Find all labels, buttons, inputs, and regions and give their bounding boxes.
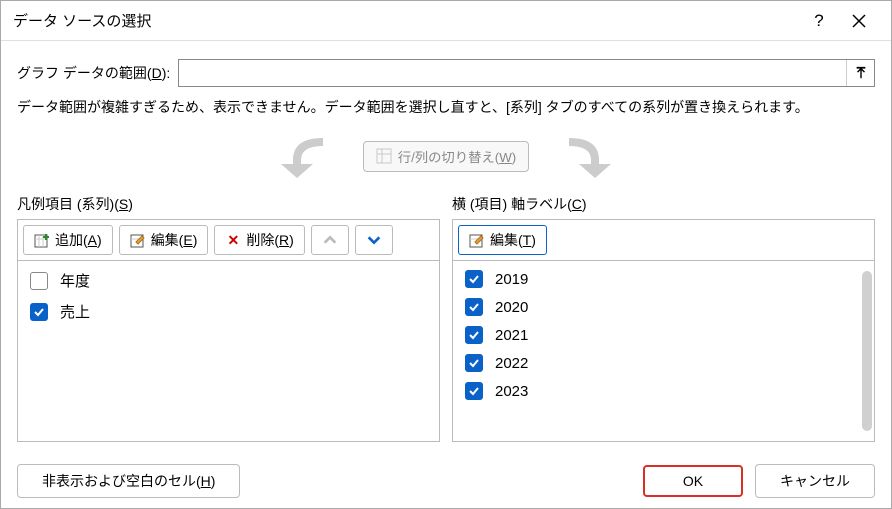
legend-series-list[interactable]: 年度売上	[17, 261, 440, 442]
close-icon[interactable]	[839, 2, 879, 40]
list-item-label: 2019	[495, 271, 528, 288]
axis-panel: 横 (項目) 軸ラベル(C) 編集(T) 2019 2020 2021 2022 202…	[452, 194, 875, 442]
chart-range-row: グラフ データの範囲(D):	[17, 59, 875, 87]
help-icon[interactable]: ?	[799, 2, 839, 40]
axis-labels-list[interactable]: 2019 2020 2021 2022 2023	[452, 261, 875, 442]
switch-button-label: 行/列の切り替え(W)	[398, 147, 517, 166]
move-up-button[interactable]	[311, 225, 349, 255]
chart-range-label: グラフ データの範囲(D):	[17, 63, 170, 83]
checkbox[interactable]	[465, 326, 483, 344]
edit-axis-button-label: 編集(T)	[490, 230, 536, 250]
list-item-label: 売上	[60, 301, 90, 322]
checkbox[interactable]	[465, 382, 483, 400]
checkbox[interactable]	[465, 298, 483, 316]
dialog: データ ソースの選択 ? グラフ データの範囲(D): データ範囲が複雑すぎるた…	[0, 0, 892, 509]
remove-series-button[interactable]: ✕ 削除(R)	[214, 225, 304, 255]
hidden-blank-cells-button[interactable]: 非表示および空白のセル(H)	[17, 464, 240, 498]
add-button-label: 追加(A)	[55, 230, 102, 250]
axis-label-item[interactable]: 2023	[453, 377, 874, 405]
switch-row-column-button[interactable]: 行/列の切り替え(W)	[363, 141, 530, 172]
checkbox[interactable]	[465, 354, 483, 372]
axis-label-item[interactable]: 2022	[453, 349, 874, 377]
range-picker-icon[interactable]	[846, 60, 874, 86]
axis-label-item[interactable]: 2020	[453, 293, 874, 321]
edit-icon	[130, 232, 146, 248]
ok-button[interactable]: OK	[643, 465, 743, 497]
list-item-label: 2023	[495, 383, 528, 400]
switch-row: 行/列の切り替え(W)	[17, 132, 875, 180]
remove-button-label: 削除(R)	[246, 230, 293, 250]
legend-panel-title: 凡例項目 (系列)(S)	[17, 194, 440, 214]
chart-range-input-wrap	[178, 59, 875, 87]
remove-icon: ✕	[225, 232, 241, 248]
left-arrow-graphic	[243, 132, 343, 180]
axis-panel-title: 横 (項目) 軸ラベル(C)	[452, 194, 875, 214]
content: グラフ データの範囲(D): データ範囲が複雑すぎるため、表示できません。データ…	[1, 41, 891, 454]
legend-series-item[interactable]: 年度	[18, 265, 439, 296]
add-icon	[34, 232, 50, 248]
axis-toolbar: 編集(T)	[452, 219, 875, 261]
checkbox[interactable]	[30, 303, 48, 321]
checkbox[interactable]	[30, 272, 48, 290]
move-down-button[interactable]	[355, 225, 393, 255]
edit-icon	[469, 232, 485, 248]
axis-label-item[interactable]: 2021	[453, 321, 874, 349]
list-item-label: 2022	[495, 355, 528, 372]
chevron-up-icon	[322, 232, 338, 248]
legend-toolbar: 追加(A) 編集(E) ✕ 削除(R)	[17, 219, 440, 261]
footer: 非表示および空白のセル(H) OK キャンセル	[1, 454, 891, 508]
edit-button-label: 編集(E)	[151, 230, 198, 250]
legend-series-item[interactable]: 売上	[18, 296, 439, 327]
edit-axis-button[interactable]: 編集(T)	[458, 225, 547, 255]
cancel-button[interactable]: キャンセル	[755, 464, 875, 498]
edit-series-button[interactable]: 編集(E)	[119, 225, 209, 255]
chart-range-input[interactable]	[179, 60, 846, 86]
titlebar: データ ソースの選択 ?	[1, 1, 891, 41]
list-item-label: 2021	[495, 327, 528, 344]
switch-icon	[376, 148, 392, 164]
right-arrow-graphic	[549, 132, 649, 180]
range-warning-text: データ範囲が複雑すぎるため、表示できません。データ範囲を選択し直すと、[系列] …	[17, 97, 875, 118]
scrollbar[interactable]	[862, 271, 872, 431]
list-item-label: 年度	[60, 270, 90, 291]
checkbox[interactable]	[465, 270, 483, 288]
dialog-title: データ ソースの選択	[13, 10, 799, 31]
panels: 凡例項目 (系列)(S) 追加(A)	[17, 194, 875, 442]
add-series-button[interactable]: 追加(A)	[23, 225, 113, 255]
axis-label-item[interactable]: 2019	[453, 265, 874, 293]
legend-panel: 凡例項目 (系列)(S) 追加(A)	[17, 194, 440, 442]
chevron-down-icon	[366, 232, 382, 248]
list-item-label: 2020	[495, 299, 528, 316]
